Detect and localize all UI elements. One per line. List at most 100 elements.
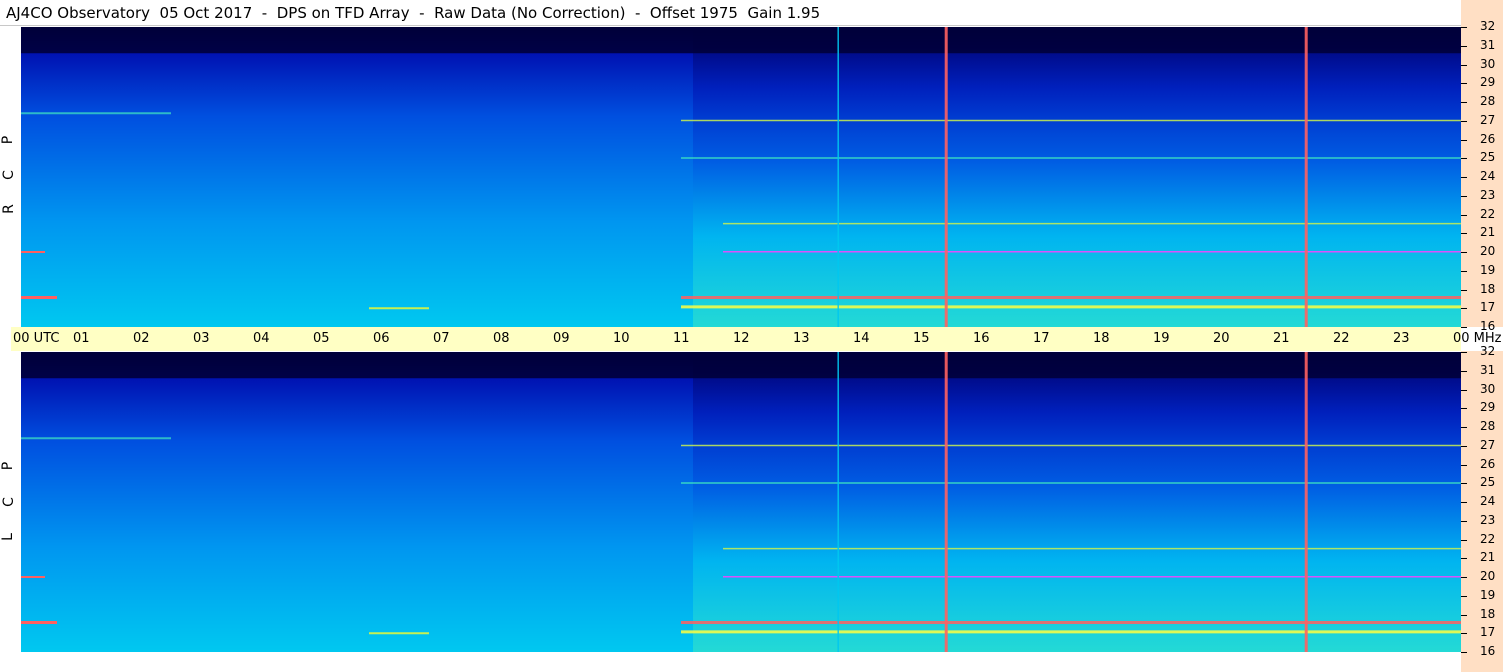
lcp-interference-line-1: [681, 621, 1461, 624]
lcp-vertical-artifact-2: [1304, 352, 1308, 652]
lcp-freq-label-26: 26: [1480, 457, 1496, 471]
rcp-freq-label-16: 16: [1480, 319, 1496, 333]
rcp-freq-label-21: 21: [1480, 225, 1496, 239]
time-label-7: 07: [433, 331, 450, 346]
rcp-freq-tick-18: [1461, 290, 1467, 291]
rcp-freq-tick-30: [1461, 65, 1467, 66]
time-label-23: 23: [1393, 331, 1410, 346]
time-label-21: 21: [1273, 331, 1290, 346]
lcp-freq-label-29: 29: [1480, 400, 1496, 414]
lcp-night-line-1: [21, 621, 57, 624]
lcp-interference-line-5: [681, 444, 1461, 447]
lcp-freq-tick-19: [1461, 596, 1467, 597]
lcp-freq-tick-31: [1461, 371, 1467, 372]
time-label-5: 05: [313, 331, 330, 346]
time-label-1: 01: [73, 331, 90, 346]
lcp-letter-l: L: [0, 533, 16, 541]
rcp-night-line-2: [21, 251, 45, 253]
lcp-freq-tick-22: [1461, 540, 1467, 541]
rcp-high-band: [21, 27, 1461, 54]
lcp-freq-label-18: 18: [1480, 607, 1496, 621]
chart-title: AJ4CO Observatory 05 Oct 2017 - DPS on T…: [6, 4, 821, 22]
lcp-freq-tick-21: [1461, 558, 1467, 559]
lcp-freq-tick-24: [1461, 502, 1467, 503]
lcp-freq-tick-30: [1461, 390, 1467, 391]
lcp-freq-label-30: 30: [1480, 382, 1496, 396]
time-label-8: 08: [493, 331, 510, 346]
rcp-freq-label-29: 29: [1480, 75, 1496, 89]
rcp-letter-p: P: [0, 135, 17, 145]
rcp-night-line-3: [369, 307, 429, 310]
rcp-freq-label-18: 18: [1480, 282, 1496, 296]
time-label-12: 12: [733, 331, 750, 346]
rcp-freq-label-27: 27: [1480, 113, 1496, 127]
lcp-night-line-2: [21, 576, 45, 578]
rcp-freq-tick-32: [1461, 27, 1467, 28]
rcp-freq-tick-20: [1461, 252, 1467, 253]
lcp-freq-tick-29: [1461, 408, 1467, 409]
rcp-letter-r: R: [0, 204, 17, 214]
rcp-freq-label-31: 31: [1480, 38, 1496, 52]
lcp-vertical-artifact-1: [944, 352, 948, 652]
lcp-freq-label-28: 28: [1480, 419, 1496, 433]
time-label-3: 03: [193, 331, 210, 346]
rcp-letter-c: C: [0, 170, 17, 180]
rcp-vertical-artifact-0: [837, 27, 839, 327]
lcp-daytime-region: [693, 352, 1461, 652]
time-label-16: 16: [973, 331, 990, 346]
rcp-freq-tick-25: [1461, 158, 1467, 159]
rcp-freq-tick-26: [1461, 140, 1467, 141]
lcp-freq-label-24: 24: [1480, 494, 1496, 508]
rcp-vertical-artifact-1: [944, 27, 948, 327]
lcp-freq-label-21: 21: [1480, 550, 1496, 564]
lcp-night-line-4: [21, 437, 171, 440]
lcp-freq-tick-16: [1461, 652, 1467, 653]
rcp-spectrogram: [21, 27, 1461, 327]
time-label-4: 04: [253, 331, 270, 346]
lcp-freq-label-20: 20: [1480, 569, 1496, 583]
rcp-interference-line-2: [723, 251, 1461, 253]
time-label-2: 02: [133, 331, 150, 346]
lcp-freq-label-32: 32: [1480, 344, 1496, 358]
rcp-freq-label-28: 28: [1480, 94, 1496, 108]
lcp-interference-line-4: [681, 482, 1461, 484]
rcp-freq-label-25: 25: [1480, 150, 1496, 164]
lcp-night-line-3: [369, 632, 429, 635]
rcp-freq-tick-24: [1461, 177, 1467, 178]
lcp-freq-label-17: 17: [1480, 625, 1496, 639]
lcp-freq-label-31: 31: [1480, 363, 1496, 377]
rcp-freq-tick-29: [1461, 83, 1467, 84]
lcp-freq-tick-23: [1461, 521, 1467, 522]
time-label-9: 09: [553, 331, 570, 346]
lcp-freq-label-27: 27: [1480, 438, 1496, 452]
time-label-18: 18: [1093, 331, 1110, 346]
time-label-20: 20: [1213, 331, 1230, 346]
rcp-freq-label-22: 22: [1480, 207, 1496, 221]
time-label-17: 17: [1033, 331, 1050, 346]
lcp-interference-line-2: [723, 576, 1461, 578]
lcp-freq-label-19: 19: [1480, 588, 1496, 602]
lcp-interference-line-3: [723, 547, 1461, 550]
rcp-daytime-region: [693, 27, 1461, 327]
rcp-freq-tick-16: [1461, 327, 1467, 328]
time-label-14: 14: [853, 331, 870, 346]
rcp-freq-tick-19: [1461, 271, 1467, 272]
lcp-freq-tick-17: [1461, 633, 1467, 634]
rcp-freq-tick-31: [1461, 46, 1467, 47]
lcp-freq-label-23: 23: [1480, 513, 1496, 527]
lcp-vertical-artifact-0: [837, 352, 839, 652]
rcp-freq-tick-17: [1461, 308, 1467, 309]
rcp-freq-tick-22: [1461, 215, 1467, 216]
lcp-freq-tick-20: [1461, 577, 1467, 578]
lcp-spectrogram: [21, 352, 1461, 652]
time-label-22: 22: [1333, 331, 1350, 346]
lcp-freq-label-25: 25: [1480, 475, 1496, 489]
lcp-freq-tick-32: [1461, 352, 1467, 353]
rcp-freq-label-26: 26: [1480, 132, 1496, 146]
time-label-10: 10: [613, 331, 630, 346]
rcp-interference-line-1: [681, 296, 1461, 299]
lcp-freq-tick-28: [1461, 427, 1467, 428]
lcp-freq-label-22: 22: [1480, 532, 1496, 546]
rcp-freq-label-32: 32: [1480, 19, 1496, 33]
time-label-19: 19: [1153, 331, 1170, 346]
